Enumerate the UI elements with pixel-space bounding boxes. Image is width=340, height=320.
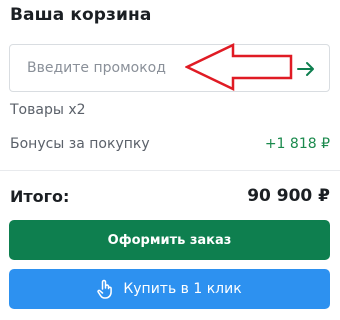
one-click-buy-label: Купить в 1 клик (123, 281, 242, 297)
promo-submit-button[interactable] (291, 54, 321, 84)
goods-count-label: Товары x2 (10, 102, 86, 118)
one-click-buy-button[interactable]: Купить в 1 клик (9, 269, 330, 309)
bonus-row: Бонусы за покупку +1 818 ₽ (10, 134, 330, 154)
cart-title: Ваша корзина (10, 5, 152, 25)
promo-code-input[interactable] (11, 46, 291, 90)
total-label: Итого: (10, 186, 70, 206)
arrow-right-icon (297, 62, 314, 76)
checkout-button[interactable]: Оформить заказ (9, 220, 330, 260)
goods-count-row: Товары x2 (10, 100, 330, 120)
total-row: Итого: 90 900 ₽ (10, 184, 330, 208)
cart-panel: Ваша корзина Товары x2 Бонусы за покупку… (0, 0, 340, 320)
bonus-value: +1 818 ₽ (264, 136, 330, 152)
divider (0, 170, 340, 171)
total-value: 90 900 ₽ (247, 186, 330, 206)
promo-code-field (9, 44, 330, 92)
checkout-button-label: Оформить заказ (107, 232, 232, 248)
hand-pointer-icon (97, 279, 113, 299)
bonus-label: Бонусы за покупку (10, 136, 150, 152)
